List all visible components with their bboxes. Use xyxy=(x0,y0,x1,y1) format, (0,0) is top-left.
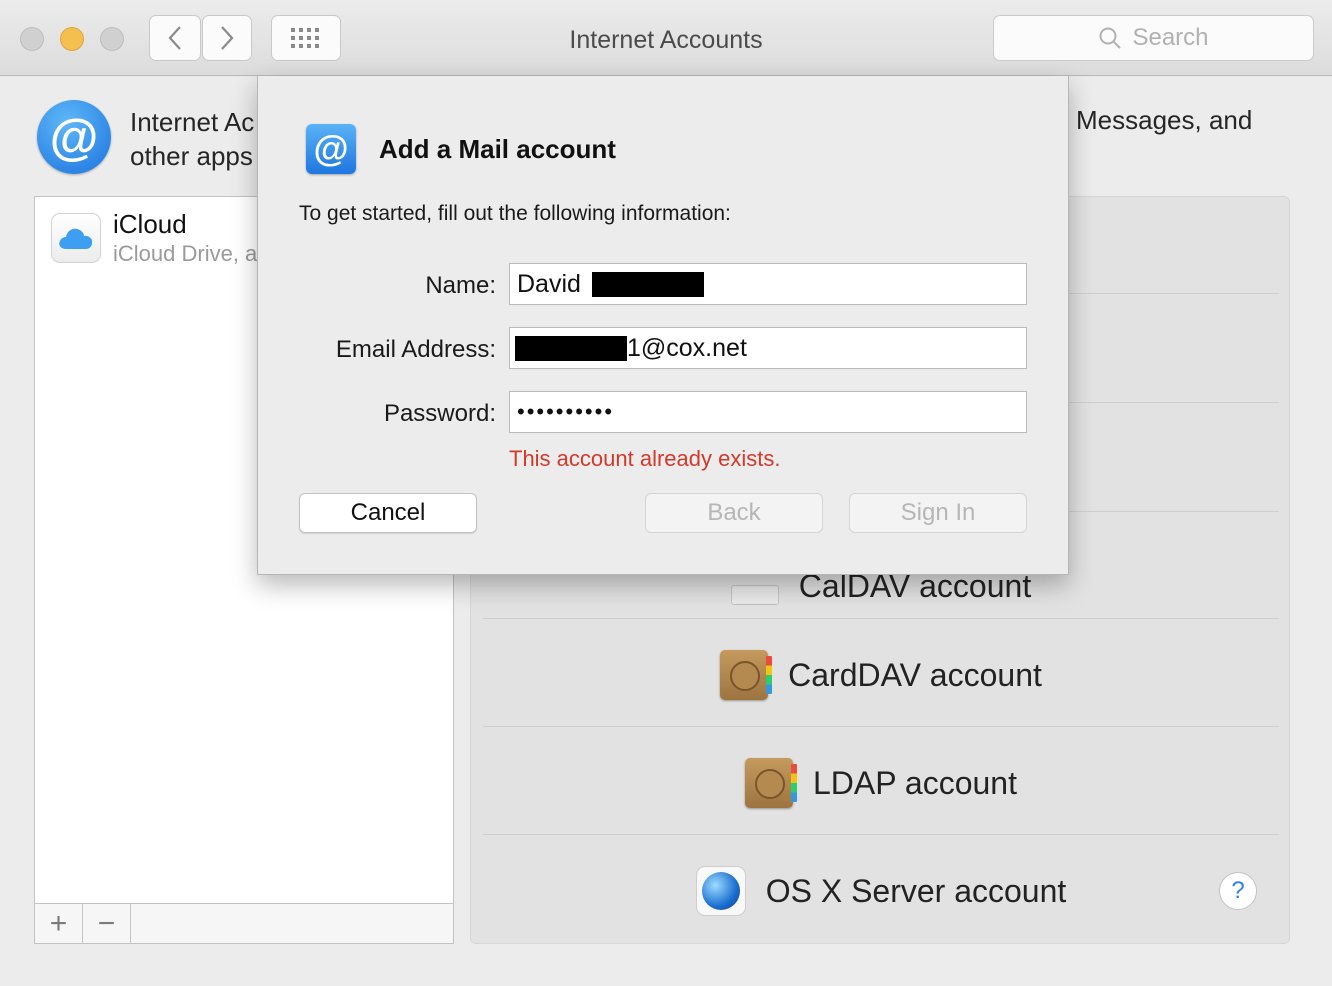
account-description: iCloud Drive, a xyxy=(113,241,258,266)
add-mail-account-sheet: @ Add a Mail account To get started, fil… xyxy=(257,76,1069,575)
contacts-book-icon xyxy=(745,758,797,808)
zoom-window-button[interactable] xyxy=(100,27,124,51)
header-description: Internet Ac other apps xyxy=(130,105,265,173)
email-value: 1@cox.net xyxy=(627,333,747,362)
redaction-box xyxy=(591,271,704,297)
calendar-icon xyxy=(730,585,779,605)
provider-ldap[interactable]: LDAP account xyxy=(471,733,1291,833)
provider-label: CardDAV account xyxy=(788,656,1042,693)
chevron-left-icon xyxy=(168,26,181,50)
close-window-button[interactable] xyxy=(20,27,44,51)
provider-label: OS X Server account xyxy=(765,872,1067,909)
email-field[interactable]: 1@cox.net xyxy=(509,327,1027,369)
chevron-right-icon xyxy=(221,26,234,50)
name-label: Name: xyxy=(425,272,496,299)
show-all-button[interactable] xyxy=(271,15,341,61)
remove-account-button[interactable]: − xyxy=(83,904,131,943)
provider-carddav[interactable]: CardDAV account xyxy=(471,625,1291,725)
account-list-footer: + − xyxy=(35,903,453,943)
divider xyxy=(483,834,1279,835)
icloud-icon xyxy=(51,213,101,263)
title-bar: Internet Accounts Search xyxy=(0,0,1332,76)
account-name: iCloud xyxy=(113,209,187,239)
name-value: David xyxy=(517,269,581,298)
divider xyxy=(483,726,1279,727)
name-field[interactable]: David xyxy=(509,263,1027,305)
header-description-right: Messages, and xyxy=(1076,105,1253,135)
header-line-2: other apps xyxy=(130,141,253,171)
contacts-book-icon xyxy=(720,650,773,700)
sheet-intro: To get started, fill out the following i… xyxy=(299,202,731,225)
divider xyxy=(483,618,1279,619)
password-field[interactable]: •••••••••• xyxy=(509,391,1027,433)
error-message: This account already exists. xyxy=(509,446,781,471)
cancel-button[interactable]: Cancel xyxy=(299,493,477,533)
redaction-box xyxy=(515,335,627,361)
search-icon xyxy=(1099,27,1122,49)
back-button[interactable]: Back xyxy=(645,493,823,533)
grid-icon xyxy=(291,28,319,48)
back-nav-button[interactable] xyxy=(149,15,201,61)
search-placeholder: Search xyxy=(1132,24,1209,51)
search-field[interactable]: Search xyxy=(993,15,1314,61)
help-button[interactable]: ? xyxy=(1219,872,1257,910)
password-label: Password: xyxy=(383,400,496,427)
password-value: •••••••••• xyxy=(517,399,615,424)
provider-osx-server[interactable]: OS X Server account xyxy=(471,841,1291,941)
sheet-title: Add a Mail account xyxy=(379,134,616,164)
at-sign-icon: @ xyxy=(306,124,356,174)
provider-label: LDAP account xyxy=(813,764,1017,801)
minimize-window-button[interactable] xyxy=(60,27,84,51)
internet-accounts-at-icon: @ xyxy=(37,100,111,174)
add-account-button[interactable]: + xyxy=(35,904,83,943)
header-line-1: Internet Ac xyxy=(130,107,255,137)
forward-nav-button[interactable] xyxy=(202,15,252,61)
sign-in-button[interactable]: Sign In xyxy=(849,493,1027,533)
server-globe-icon xyxy=(695,866,746,916)
email-label: Email Address: xyxy=(335,336,496,363)
